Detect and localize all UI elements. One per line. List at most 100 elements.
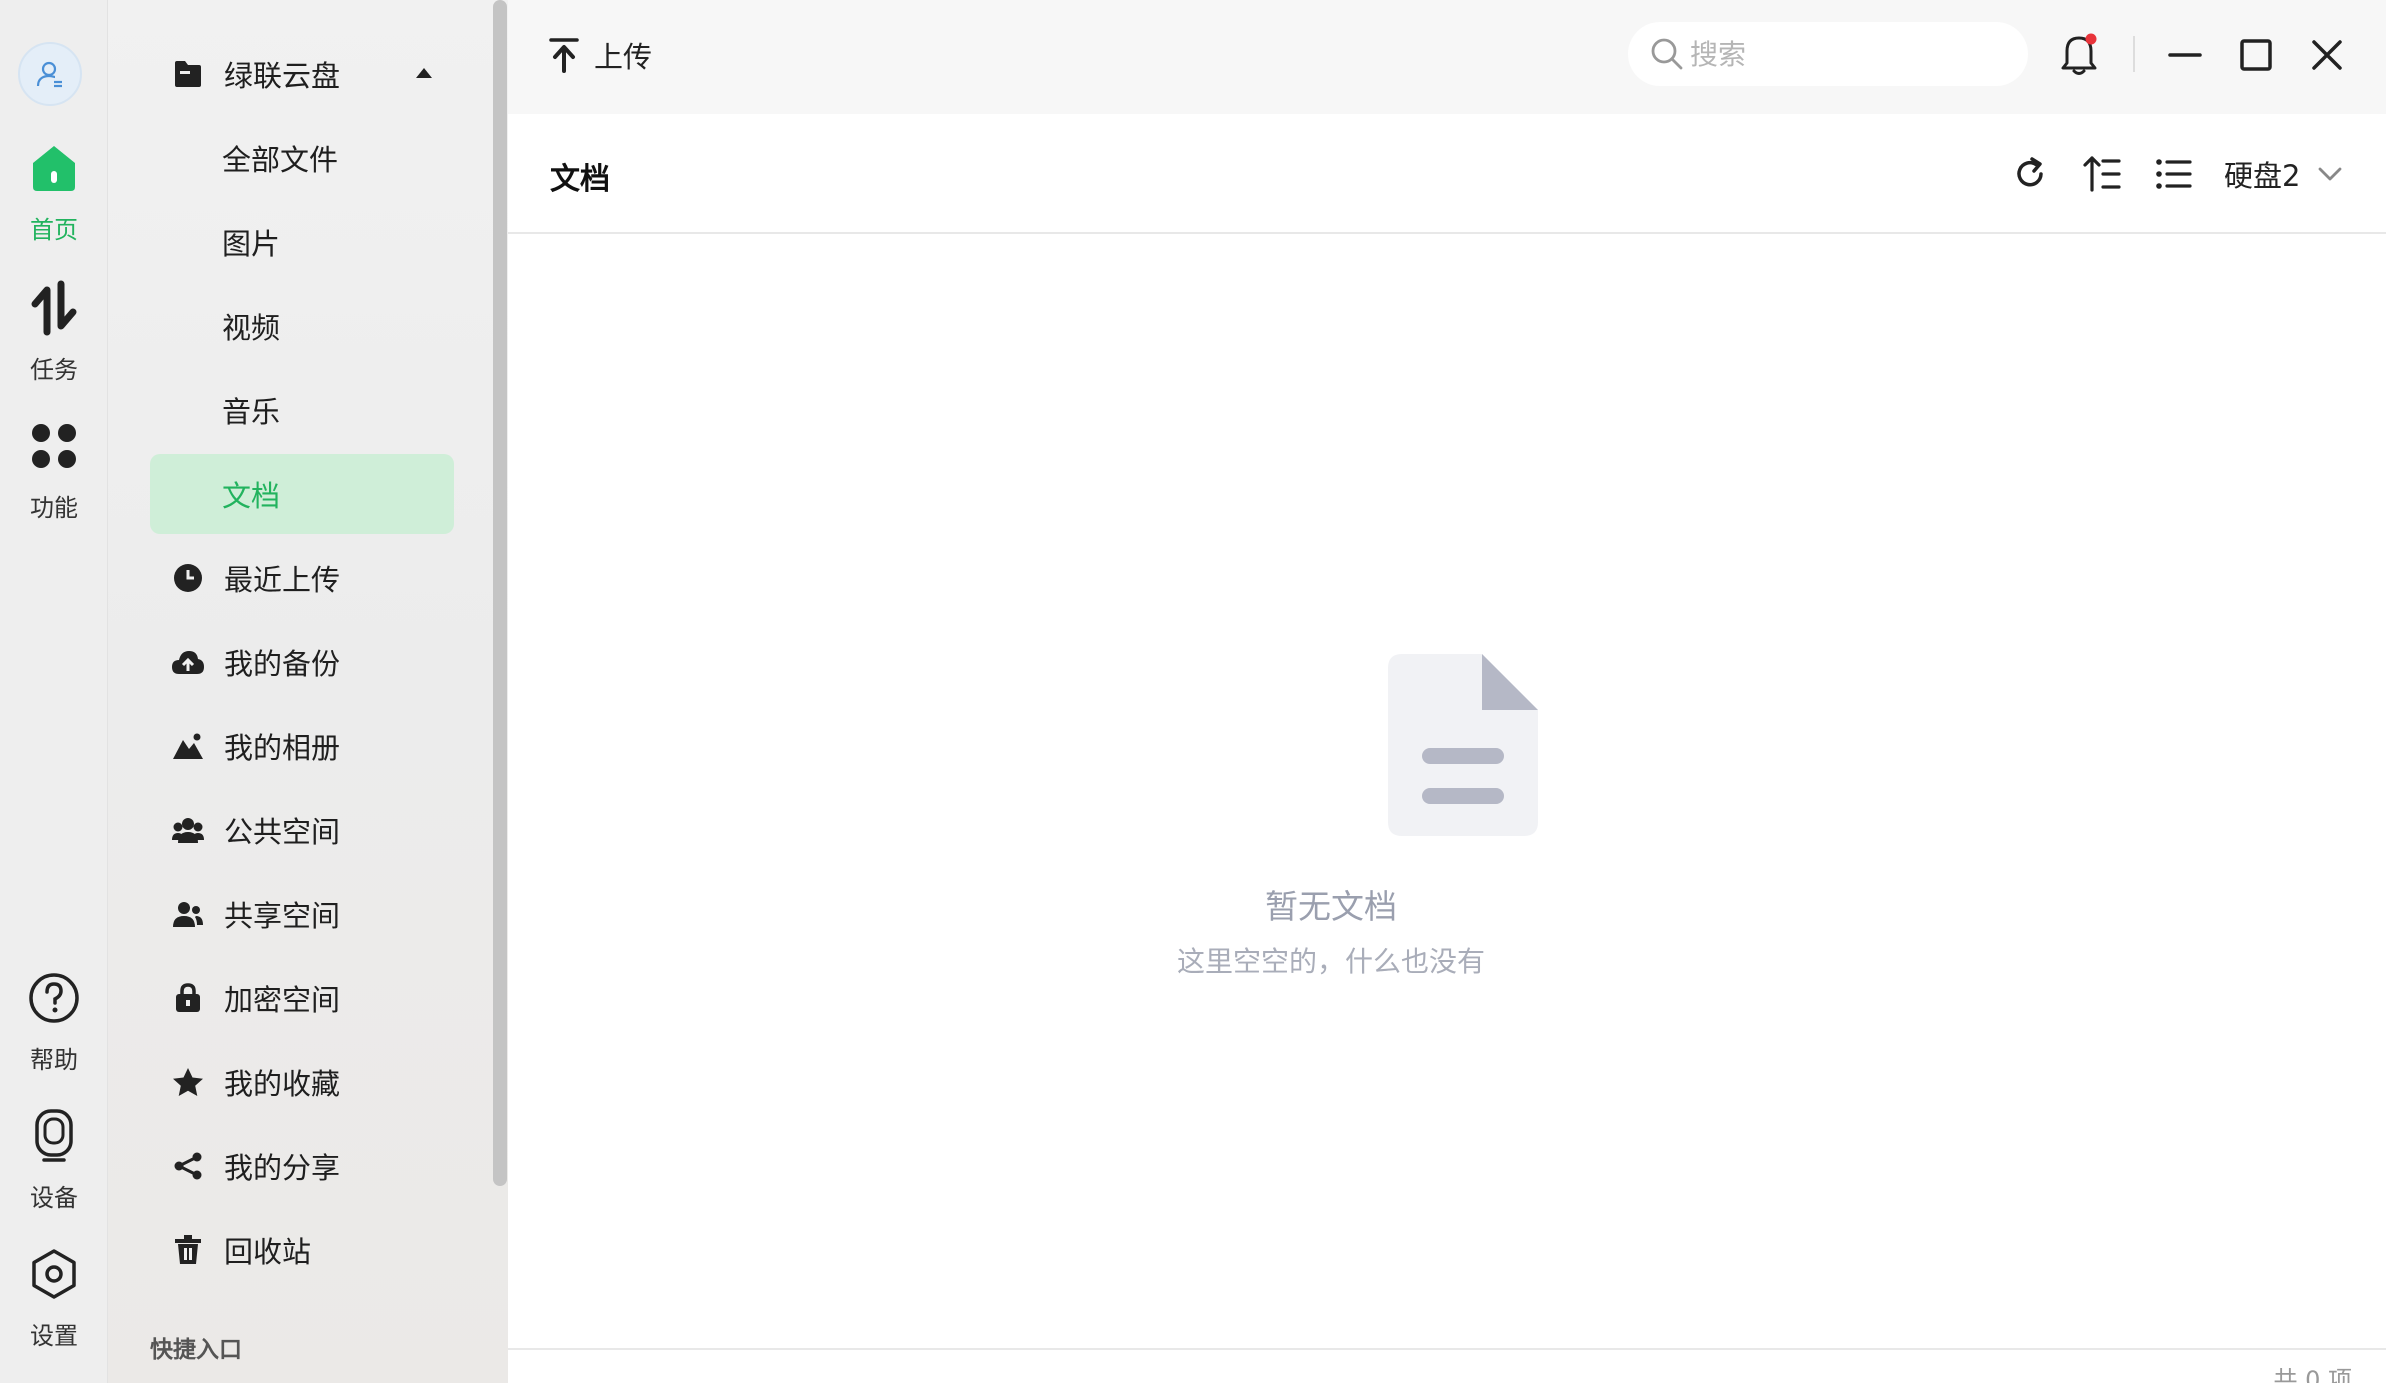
- user-icon: [36, 61, 62, 88]
- document-icon: [1388, 654, 1538, 836]
- item-count: 共 0 项: [2273, 1366, 2352, 1383]
- nav-item-public-space[interactable]: 公共空间: [150, 790, 454, 870]
- rail-label-tasks: 任务: [30, 356, 78, 384]
- icon-rail: 首页 任务 功能 帮助 设备 设置: [0, 0, 108, 1383]
- upload-icon: [549, 38, 579, 73]
- chevron-down-icon: [2319, 167, 2342, 181]
- rail-item-tasks[interactable]: 任务: [0, 280, 108, 400]
- sort-icon: [2083, 156, 2121, 192]
- maximize-button[interactable]: [2231, 30, 2281, 80]
- nav-item-encrypted-space[interactable]: 加密空间: [150, 958, 454, 1038]
- collapse-caret-icon[interactable]: [416, 68, 432, 78]
- nav-scrollbar[interactable]: [493, 0, 507, 1186]
- nav-label-documents: 文档: [222, 479, 281, 513]
- rail-label-home: 首页: [30, 216, 78, 244]
- disk-select-label: 硬盘2: [2224, 159, 2301, 193]
- upload-button[interactable]: 上传: [548, 30, 652, 80]
- nav-label-cloud: 绿联云盘: [224, 59, 341, 93]
- nav-label-encrypted-space: 加密空间: [224, 983, 341, 1017]
- rail-label-device: 设备: [30, 1184, 78, 1212]
- share-icon: [170, 1148, 206, 1184]
- nav-item-recent-uploads[interactable]: 最近上传: [150, 538, 454, 618]
- close-button[interactable]: [2302, 30, 2352, 80]
- nav-label-my-backup: 我的备份: [224, 647, 341, 681]
- upload-label: 上传: [594, 40, 653, 74]
- search-input[interactable]: [1690, 37, 1990, 71]
- nav-label-my-album: 我的相册: [224, 731, 341, 765]
- list-view-button[interactable]: [2150, 150, 2198, 198]
- nav-subitem-music[interactable]: 音乐: [150, 370, 454, 450]
- rail-item-device[interactable]: 设备: [0, 1108, 108, 1228]
- notification-button[interactable]: [2054, 30, 2104, 80]
- refresh-button[interactable]: [2006, 150, 2054, 198]
- nav-item-my-backup[interactable]: 我的备份: [150, 622, 454, 702]
- nav-label-public-space: 公共空间: [224, 815, 341, 849]
- nav-item-my-album[interactable]: 我的相册: [150, 706, 454, 786]
- nav-item-my-shares[interactable]: 我的分享: [150, 1126, 454, 1206]
- trash-icon: [170, 1232, 206, 1268]
- help-icon: [26, 970, 82, 1026]
- empty-subtitle: 这里空空的，什么也没有: [1176, 945, 1485, 978]
- group-icon: [170, 812, 206, 848]
- toolbar-divider: [2133, 36, 2135, 72]
- rail-item-help[interactable]: 帮助: [0, 970, 108, 1090]
- rail-item-functions[interactable]: 功能: [0, 418, 108, 538]
- rail-label-settings: 设置: [30, 1322, 78, 1350]
- lock-icon: [170, 980, 206, 1016]
- minimize-icon: [2168, 53, 2202, 57]
- users-icon: [170, 896, 206, 932]
- main-panel: 上传 文档: [508, 0, 2386, 1383]
- close-icon: [2312, 40, 2342, 70]
- search-box[interactable]: [1628, 22, 2028, 86]
- star-icon: [170, 1064, 206, 1100]
- home-icon: [26, 140, 82, 196]
- nav-label-videos: 视频: [222, 311, 281, 345]
- nav-item-cloud[interactable]: 绿联云盘: [150, 34, 454, 114]
- disk-select[interactable]: 硬盘2: [2224, 150, 2342, 198]
- search-icon: [1651, 38, 1683, 70]
- nav-sidebar: 绿联云盘 全部文件 图片 视频 音乐 文档 最近上传 我的备份 我的相册 公共空…: [108, 0, 508, 1383]
- rail-item-home[interactable]: 首页: [0, 140, 108, 260]
- rail-label-help: 帮助: [30, 1046, 78, 1074]
- top-bar: 上传: [508, 0, 2386, 114]
- nav-label-favorites: 我的收藏: [224, 1067, 341, 1101]
- notification-dot: [2085, 33, 2097, 45]
- sort-button[interactable]: [2078, 150, 2126, 198]
- content-header: 文档 硬盘2: [508, 114, 2386, 234]
- bell-icon: [2061, 33, 2097, 75]
- refresh-icon: [2017, 157, 2043, 187]
- clock-icon: [170, 560, 206, 596]
- quick-access-heading: 快捷入口: [150, 1337, 242, 1363]
- settings-icon: [26, 1246, 82, 1302]
- nav-label-my-shares: 我的分享: [224, 1151, 341, 1185]
- folder-icon: [170, 56, 206, 92]
- nav-item-recycle-bin[interactable]: 回收站: [150, 1210, 454, 1290]
- maximize-icon: [2240, 39, 2272, 71]
- apps-icon: [26, 418, 82, 474]
- list-view-icon: [2156, 159, 2192, 189]
- transfer-icon: [26, 280, 82, 336]
- page-title: 文档: [550, 162, 610, 197]
- nav-subitem-documents[interactable]: 文档: [150, 454, 454, 534]
- rail-item-settings[interactable]: 设置: [0, 1246, 108, 1366]
- rail-label-functions: 功能: [30, 494, 78, 522]
- nav-subitem-videos[interactable]: 视频: [150, 286, 454, 366]
- device-icon: [26, 1108, 82, 1164]
- nav-label-all-files: 全部文件: [222, 143, 339, 177]
- nav-label-music: 音乐: [222, 395, 281, 429]
- minimize-button[interactable]: [2160, 30, 2210, 80]
- nav-label-shared-space: 共享空间: [224, 899, 341, 933]
- nav-item-favorites[interactable]: 我的收藏: [150, 1042, 454, 1122]
- cloud-upload-icon: [170, 644, 206, 680]
- nav-label-pictures: 图片: [222, 227, 281, 261]
- nav-subitem-pictures[interactable]: 图片: [150, 202, 454, 282]
- nav-item-shared-space[interactable]: 共享空间: [150, 874, 454, 954]
- mountain-icon: [170, 728, 206, 764]
- empty-title: 暂无文档: [1265, 887, 1397, 926]
- nav-label-recent-uploads: 最近上传: [224, 563, 341, 597]
- status-footer: 共 0 项: [508, 1348, 2386, 1383]
- nav-subitem-all-files[interactable]: 全部文件: [150, 118, 454, 198]
- user-avatar[interactable]: [18, 42, 82, 106]
- nav-label-recycle-bin: 回收站: [224, 1235, 312, 1269]
- empty-state: 暂无文档 这里空空的，什么也没有: [508, 234, 2386, 1349]
